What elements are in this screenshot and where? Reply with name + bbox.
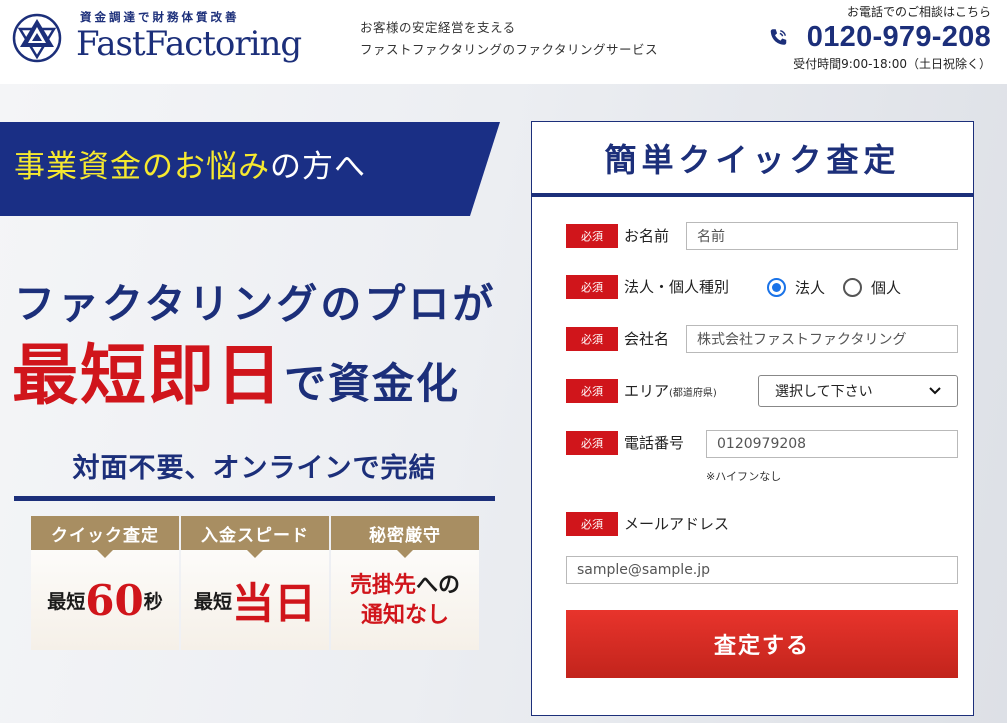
area-label-note: (都道府県) — [669, 388, 717, 399]
hero-banner-text: 事業資金のお悩みの方へ — [14, 141, 366, 186]
feature-body: 最短 当日 — [181, 550, 329, 650]
feature-lines: 売掛先への 通知なし — [350, 570, 460, 630]
area-select-value: 選択して下さい — [775, 384, 873, 400]
hero-subtitle-underline — [14, 496, 495, 501]
name-input[interactable]: 名前 — [686, 222, 958, 250]
phone-line[interactable]: 0120-979-208 — [767, 21, 991, 54]
feature-line1-red: 売掛先 — [349, 572, 416, 598]
hero-title-suffix: で資金化 — [284, 359, 461, 408]
hero-title-emphasis: 最短即日 — [12, 336, 284, 414]
feature-card-speed: 入金スピード 最短 当日 — [181, 516, 329, 650]
tel-hint: ※ハイフンなし — [706, 470, 782, 483]
feature-body: 売掛先への 通知なし — [331, 550, 479, 650]
feature-prefix: 最短 — [193, 590, 232, 613]
type-label: 法人・個人種別 — [624, 278, 730, 296]
area-label: エリア(都道府県) — [624, 380, 717, 401]
name-label: お名前 — [624, 227, 670, 245]
tel-label: 電話番号 — [624, 434, 685, 452]
phone-icon — [770, 28, 787, 45]
area-label-text: エリア — [624, 382, 670, 400]
feature-head: 秘密厳守 — [331, 516, 479, 558]
radio-corporate[interactable]: 法人 — [767, 277, 825, 298]
required-badge: 必須 — [566, 275, 618, 299]
hero-subtitle: 対面不要、オンラインで完結 — [72, 453, 437, 484]
required-badge: 必須 — [566, 512, 618, 536]
radio-individual[interactable]: 個人 — [843, 277, 901, 298]
radio-corporate-circle[interactable] — [767, 278, 786, 297]
form-title: 簡単クイック査定 — [604, 140, 901, 179]
required-badge: 必須 — [566, 379, 618, 403]
feature-line2: 通知なし — [360, 602, 449, 628]
mail-input[interactable]: sample@sample.jp — [566, 556, 958, 584]
required-badge: 必須 — [566, 327, 618, 351]
banner-highlight-2: のお悩み — [142, 149, 270, 185]
required-badge: 必須 — [566, 224, 618, 248]
feature-card-quick: クイック査定 最短 60 秒 — [31, 516, 179, 650]
header-desc-line2: ファストファクタリングのファクタリングサービス — [360, 42, 659, 57]
feature-card-secret: 秘密厳守 売掛先への 通知なし — [331, 516, 479, 650]
banner-highlight-1: 事業資金 — [14, 149, 142, 185]
radio-corporate-label: 法人 — [795, 279, 826, 297]
company-input[interactable]: 株式会社ファストファクタリング — [686, 325, 958, 353]
logo-icon[interactable] — [12, 11, 62, 65]
chevron-down-icon — [929, 387, 941, 395]
feature-suffix: 秒 — [143, 590, 163, 613]
tel-input[interactable]: 0120979208 — [706, 430, 958, 458]
feature-prefix: 最短 — [47, 590, 86, 613]
hero-title-line1: ファクタリングのプロが — [14, 280, 497, 328]
company-label: 会社名 — [624, 330, 670, 348]
form-title-divider — [532, 193, 973, 197]
hero-title-line2: 最短即日で資金化 — [12, 322, 460, 418]
required-badge: 必須 — [566, 431, 618, 455]
phone-number[interactable]: 0120-979-208 — [807, 21, 991, 54]
brand-name[interactable]: FastFactoring — [76, 24, 302, 64]
radio-individual-circle[interactable] — [843, 278, 862, 297]
feature-body: 最短 60 秒 — [31, 550, 179, 650]
banner-suffix: の方へ — [270, 149, 366, 185]
header-desc-line1: お客様の安定経営を支える — [360, 20, 516, 35]
quick-assessment-form: 簡単クイック査定 必須 お名前 名前 必須 法人・個人種別 法人 個人 必須 会… — [531, 121, 974, 716]
phone-contact: お電話でのご相談はこちら 0120-979-208 受付時間9:00-18:00… — [767, 3, 991, 72]
feature-value: 当日 — [232, 578, 317, 628]
feature-line1-dark: への — [416, 572, 461, 598]
feature-head: 入金スピード — [181, 516, 329, 558]
site-header: 資金調達で財務体質改善 FastFactoring お客様の安定経営を支える フ… — [0, 0, 1007, 84]
submit-button[interactable]: 査定する — [566, 610, 958, 678]
feature-head: クイック査定 — [31, 516, 179, 558]
area-select[interactable]: 選択して下さい — [758, 375, 958, 407]
phone-note: お電話でのご相談はこちら — [846, 5, 991, 19]
phone-hours: 受付時間9:00-18:00（土日祝除く） — [793, 57, 991, 71]
logo-tagline: 資金調達で財務体質改善 — [80, 10, 240, 24]
header-description: お客様の安定経営を支える ファストファクタリングのファクタリングサービス — [360, 17, 658, 61]
feature-value: 60 — [85, 575, 144, 625]
mail-label: メールアドレス — [624, 515, 730, 533]
radio-individual-label: 個人 — [871, 279, 902, 297]
